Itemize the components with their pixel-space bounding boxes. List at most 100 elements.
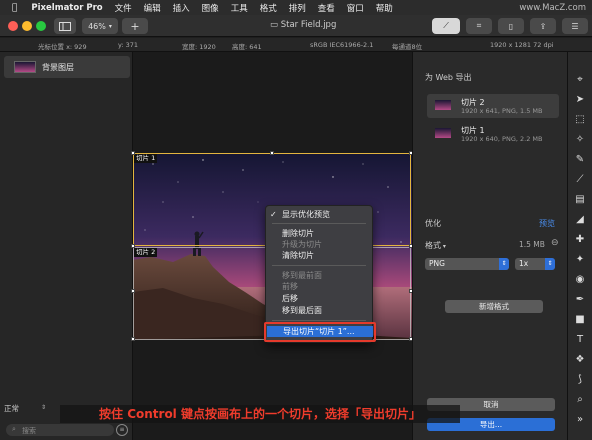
menu-item-clear-slices[interactable]: 清除切片: [266, 250, 372, 261]
sidebar-toggle-button[interactable]: [54, 18, 76, 34]
bandage-icon[interactable]: ✚: [572, 232, 588, 248]
share-icon: ⇪: [539, 21, 547, 31]
add-format-button[interactable]: 新增格式: [445, 300, 543, 313]
menu-window[interactable]: 窗口: [347, 2, 364, 14]
clone-icon[interactable]: ◉: [572, 272, 588, 288]
menu-separator: [272, 320, 366, 321]
menu-tools[interactable]: 工具: [231, 2, 248, 14]
arrange-tool-icon[interactable]: ⌖: [572, 72, 588, 88]
scale-select[interactable]: 1x ⇕: [515, 258, 555, 270]
layers-panel: 背景图层 正常 ⇕ ⌕ 搜索 ≡: [0, 52, 133, 440]
slice-handle[interactable]: [131, 151, 135, 155]
preview-link[interactable]: 预览: [539, 218, 555, 229]
layer-name: 背景图层: [42, 63, 74, 72]
menu-view[interactable]: 查看: [318, 2, 335, 14]
resolution: 1920 x 1281 72 dpi: [490, 41, 554, 49]
menu-edit[interactable]: 编辑: [144, 2, 161, 14]
layer-row[interactable]: 背景图层: [4, 56, 130, 78]
zoom-tool-icon[interactable]: ⌕: [572, 392, 588, 408]
paint-brush-icon[interactable]: ⟋: [572, 172, 588, 188]
text-tool-icon[interactable]: T: [572, 332, 588, 348]
menu-image[interactable]: 图像: [202, 2, 219, 14]
brush-icon: ⟋: [443, 21, 449, 30]
document-icon: ▭: [270, 20, 281, 30]
menu-item-delete-slice[interactable]: 删除切片: [266, 228, 372, 239]
slice-info: 1920 x 641, PNG, 1.5 MB: [461, 107, 543, 115]
format-select[interactable]: PNG ⇕: [425, 258, 509, 270]
menu-item-bring-forward: 前移: [282, 282, 298, 291]
menu-item-label: 显示优化预览: [282, 210, 330, 219]
checkmark-icon: ✓: [270, 210, 277, 219]
chevron-updown-icon: ⇕: [545, 258, 555, 270]
document-title: ▭ Star Field.jpg: [270, 20, 336, 30]
app-menu[interactable]: Pixelmator Pro: [31, 3, 102, 13]
menu-format[interactable]: 格式: [260, 2, 277, 14]
slice-handle[interactable]: [131, 337, 135, 341]
filter-icon[interactable]: ≡: [116, 424, 128, 436]
zoom-value: 46%: [88, 21, 106, 31]
effects-icon[interactable]: ❖: [572, 352, 588, 368]
slice-thumbnail: [435, 128, 451, 138]
layer-search-field[interactable]: ⌕ 搜索: [6, 424, 114, 436]
slice-handle[interactable]: [131, 289, 135, 293]
pen-tool-icon[interactable]: ✒: [572, 292, 588, 308]
menu-item-show-preview[interactable]: ✓ 显示优化预览: [266, 209, 372, 220]
menu-arrange[interactable]: 排列: [289, 2, 306, 14]
retouch-icon[interactable]: ✦: [572, 252, 588, 268]
pointer-tool-icon[interactable]: ➤: [572, 92, 588, 108]
sliders-icon: ☰: [571, 21, 579, 31]
share-button[interactable]: ⇪: [530, 18, 556, 34]
shape-tool-icon[interactable]: ■: [572, 312, 588, 328]
highlight-box: [264, 322, 376, 342]
format-header[interactable]: 格式 ▾: [425, 240, 446, 251]
document-button[interactable]: ▯: [498, 18, 524, 34]
format-value: PNG: [429, 259, 445, 268]
scale-value: 1x: [519, 259, 529, 268]
magic-wand-icon[interactable]: ✧: [572, 132, 588, 148]
slice-list-item[interactable]: 切片 2 1920 x 641, PNG, 1.5 MB: [427, 94, 559, 118]
selection-tool-icon[interactable]: ⬚: [572, 112, 588, 128]
menu-help[interactable]: 帮助: [376, 2, 393, 14]
menu-item-send-to-back[interactable]: 移到最后面: [266, 305, 372, 316]
brush-tool-button[interactable]: ⟋: [432, 18, 460, 34]
close-window-button[interactable]: [8, 21, 18, 31]
menu-separator: [272, 265, 366, 266]
crop-button[interactable]: ⌗: [466, 18, 492, 34]
slice-handle[interactable]: [131, 244, 135, 248]
minus-icon[interactable]: ⊖: [551, 238, 559, 248]
add-button[interactable]: +: [122, 18, 148, 34]
menu-insert[interactable]: 插入: [173, 2, 190, 14]
cursor-y: y: 371: [118, 41, 139, 49]
settings-button[interactable]: ☰: [562, 18, 588, 34]
sidebar-icon: [59, 21, 71, 31]
document-name: Star Field.jpg: [280, 20, 337, 30]
slice-info: 1920 x 640, PNG, 2.2 MB: [461, 135, 543, 143]
tools-sidebar: ⌖ ➤ ⬚ ✧ ✎ ⟋ ▤ ◢ ✚ ✦ ◉ ✒ ■ T ❖ ⟆ ⌕ »: [567, 52, 592, 440]
slice-handle[interactable]: [270, 151, 274, 155]
more-tools-icon[interactable]: »: [572, 412, 588, 428]
menu-item-bring-to-front: 移到最前面: [282, 271, 322, 280]
slice-list-item[interactable]: 切片 1 1920 x 640, PNG, 2.2 MB: [427, 122, 559, 146]
apple-menu-icon[interactable]: : [12, 3, 17, 13]
blend-mode-select[interactable]: 正常 ⇕: [4, 402, 48, 415]
eyedropper-icon[interactable]: ⟆: [572, 372, 588, 388]
format-label: 格式: [425, 241, 441, 250]
gradient-icon[interactable]: ▤: [572, 192, 588, 208]
info-bar: 光标位置 x: 929 y: 371 宽度: 1920 高度: 641 sRGB…: [0, 38, 592, 52]
minimize-window-button[interactable]: [22, 21, 32, 31]
zoom-window-button[interactable]: [36, 21, 46, 31]
title-bar: 46% ▾ + ▭ Star Field.jpg ⟋ ⌗ ▯ ⇪ ☰: [0, 15, 592, 37]
menu-item-promote-slice: 升级为切片: [282, 240, 322, 249]
cursor-x: 光标位置 x: 929: [38, 43, 87, 51]
watermark: www.MacZ.com: [519, 2, 586, 13]
chevron-updown-icon: ⇕: [40, 404, 46, 411]
menu-item-send-backward[interactable]: 后移: [266, 293, 372, 304]
zoom-dropdown[interactable]: 46% ▾: [82, 18, 118, 34]
eraser-icon[interactable]: ◢: [572, 212, 588, 228]
menu-separator: [272, 223, 366, 224]
slice-2-label: 切片 2: [134, 248, 158, 257]
blend-mode-value: 正常: [4, 404, 19, 413]
export-panel-title: 为 Web 导出: [425, 73, 472, 82]
color-adjust-icon[interactable]: ✎: [572, 152, 588, 168]
menu-file[interactable]: 文件: [115, 2, 132, 14]
